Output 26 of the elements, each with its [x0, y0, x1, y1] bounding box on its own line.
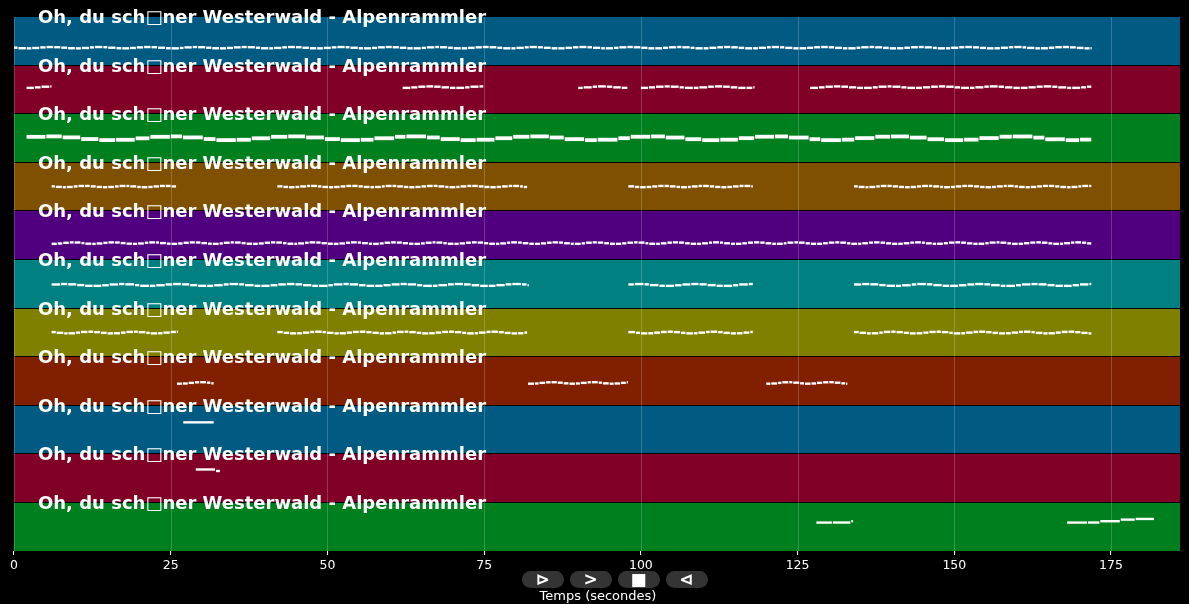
tick-label: 150	[942, 558, 967, 572]
track-title: Oh, du sch□ner Westerwald - Alpenrammler	[38, 105, 486, 124]
tick-label: 50	[319, 558, 336, 572]
track-title: Oh, du sch□ner Westerwald - Alpenrammler	[38, 202, 486, 221]
playback-button[interactable]: ⊲	[665, 570, 708, 588]
tick-label: 0	[10, 558, 18, 572]
track-title: Oh, du sch□ner Westerwald - Alpenrammler	[38, 8, 486, 26]
track-title: Oh, du sch□ner Westerwald - Alpenrammler	[38, 251, 486, 269]
axis-label: Temps (secondes)	[538, 588, 658, 602]
tick-label: 125	[785, 558, 810, 572]
track-title: Oh, du sch□ner Westerwald - Alpenrammler	[38, 494, 486, 512]
tick-label: 175	[1099, 558, 1123, 572]
tick-label: 75	[476, 558, 493, 572]
playback-button[interactable]: ⊳	[521, 570, 564, 588]
track-title: Oh, du sch□ner Westerwald - Alpenrammler	[38, 396, 486, 415]
tick-label: 25	[162, 558, 179, 572]
notes-drawing	[195, 468, 220, 473]
track-title: Oh, du sch□ner Westerwald - Alpenrammler	[38, 299, 486, 318]
tick-label: 100	[628, 558, 653, 572]
playback-button[interactable]: ■	[617, 570, 660, 588]
track-title: Oh, du sch□ner Westerwald - Alpenrammler	[38, 348, 486, 367]
notes-drawing	[183, 420, 214, 424]
track-title: Oh, du sch□ner Westerwald - Alpenrammler	[38, 153, 486, 172]
track-title: Oh, du sch□ner Westerwald - Alpenrammler	[38, 56, 486, 75]
track-title: Oh, du sch□ner Westerwald - Alpenrammler	[38, 445, 486, 464]
playback-button[interactable]: >	[569, 570, 612, 588]
